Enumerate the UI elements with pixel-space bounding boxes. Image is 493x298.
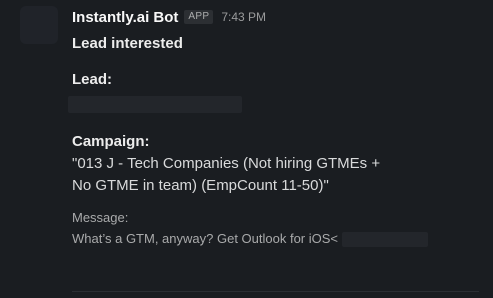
campaign-value: "013 J - Tech Companies (Not hiring GTME…	[72, 155, 381, 194]
timestamp[interactable]: 7:43 PM	[221, 10, 266, 24]
app-badge: APP	[184, 10, 214, 24]
campaign-label: Campaign:	[72, 133, 150, 150]
message-label: Message:	[72, 210, 129, 225]
message-text: What’s a GTM, anyway? Get Outlook for iO…	[72, 231, 338, 246]
message-preview: What’s a GTM, anyway? Get Outlook for iO…	[72, 230, 485, 248]
message-content: Instantly.ai Bot APP 7:43 PM Lead intere…	[68, 6, 485, 248]
sender-name[interactable]: Instantly.ai Bot	[72, 9, 178, 26]
message-title: Lead interested	[72, 35, 183, 52]
redacted-message-link	[342, 231, 428, 247]
lead-label: Lead:	[72, 71, 113, 88]
slack-message: Instantly.ai Bot APP 7:43 PM Lead intere…	[0, 0, 493, 298]
message-header: Instantly.ai Bot APP 7:43 PM	[72, 6, 485, 28]
divider	[72, 291, 479, 292]
redacted-lead-value	[68, 96, 242, 113]
avatar[interactable]	[20, 6, 58, 44]
